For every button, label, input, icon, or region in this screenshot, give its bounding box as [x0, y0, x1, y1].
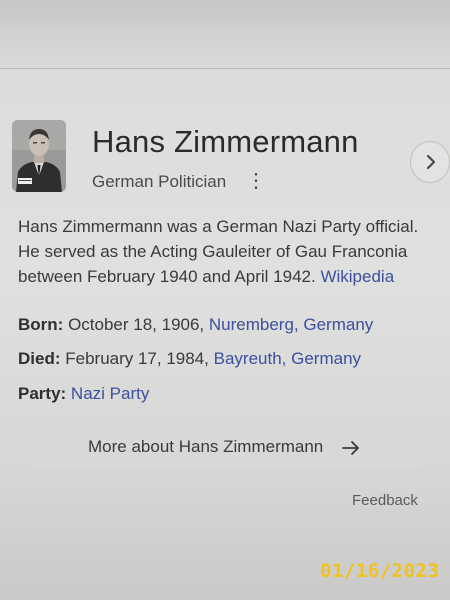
chevron-right-icon — [426, 154, 436, 170]
more-about-label: More about Hans Zimmermann — [88, 437, 324, 456]
wikipedia-link[interactable]: Wikipedia — [320, 267, 394, 286]
fact-born-label: Born: — [18, 315, 64, 334]
entity-description: Hans Zimmermann was a German Nazi Party … — [18, 214, 448, 289]
fact-party: Party: Nazi Party — [18, 384, 149, 404]
fact-party-label: Party: — [18, 384, 67, 403]
description-line: between February 1940 and April 1942. Wi… — [18, 264, 448, 289]
more-options-icon[interactable]: ⋮ — [246, 170, 266, 192]
top-divider — [0, 68, 450, 69]
next-button[interactable] — [410, 141, 450, 183]
fact-born-value: October 18, 1906, — [68, 315, 205, 334]
date-stamp: 01/16/2023 — [320, 560, 440, 582]
portrait-image — [12, 120, 66, 192]
top-background — [0, 0, 450, 70]
born-place-link[interactable]: Nuremberg, Germany — [209, 315, 373, 334]
description-line: He served as the Acting Gauleiter of Gau… — [18, 242, 408, 261]
fact-died-label: Died: — [18, 349, 61, 368]
died-place-link[interactable]: Bayreuth, Germany — [214, 349, 361, 368]
arrow-right-icon — [342, 441, 359, 455]
entity-title: Hans Zimmermann — [92, 124, 359, 159]
fact-died: Died: February 17, 1984, Bayreuth, Germa… — [18, 349, 361, 369]
description-line: Hans Zimmermann was a German Nazi Party … — [18, 217, 419, 236]
more-about-button[interactable]: More about Hans Zimmermann — [18, 425, 434, 469]
fact-born: Born: October 18, 1906, Nuremberg, Germa… — [18, 315, 373, 335]
portrait-photo[interactable] — [12, 120, 66, 192]
party-link[interactable]: Nazi Party — [71, 384, 149, 403]
fact-died-value: February 17, 1984, — [65, 349, 209, 368]
entity-subtitle: German Politician — [92, 172, 227, 191]
description-line-text: between February 1940 and April 1942. — [18, 267, 316, 286]
feedback-link[interactable]: Feedback — [352, 492, 418, 509]
